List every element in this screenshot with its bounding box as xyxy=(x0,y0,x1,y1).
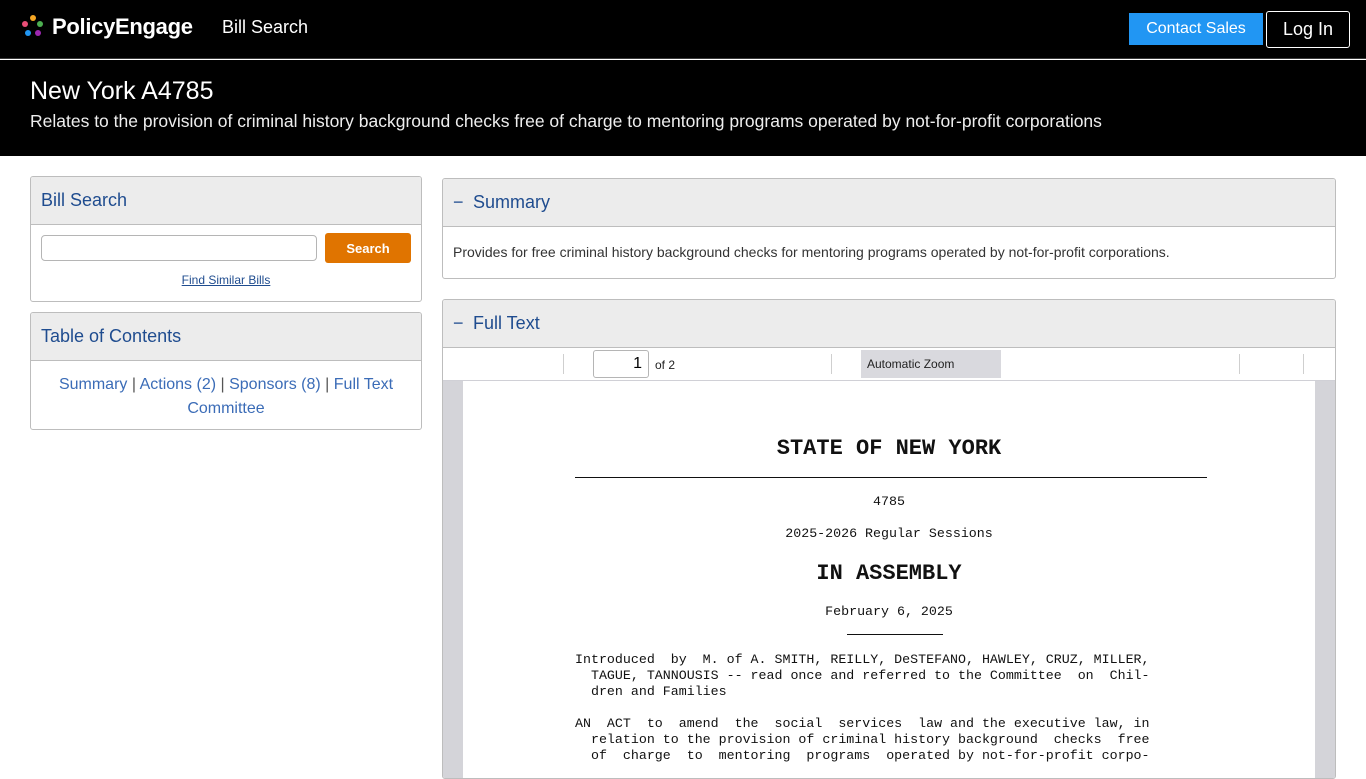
doc-intro-line: TAGUE, TANNOUSIS -- read once and referr… xyxy=(575,668,1150,683)
doc-rule xyxy=(575,477,1207,478)
toc-title: Table of Contents xyxy=(31,313,421,361)
doc-chamber: IN ASSEMBLY xyxy=(816,561,962,586)
full-text-title: Full Text xyxy=(473,313,540,333)
doc-act-line: of charge to mentoring programs operated… xyxy=(575,748,1150,763)
bill-search-input[interactable] xyxy=(41,235,317,261)
toc-links: Summary | Actions (2) | Sponsors (8) | F… xyxy=(31,361,421,421)
doc-bill-number: 4785 xyxy=(873,494,905,509)
bill-subtitle: Relates to the provision of criminal his… xyxy=(30,111,1102,131)
doc-intro-line: Introduced by M. of A. SMITH, REILLY, De… xyxy=(575,652,1150,667)
doc-intro-line: dren and Families xyxy=(575,684,727,699)
collapse-icon[interactable]: − xyxy=(453,300,473,347)
doc-session: 2025-2026 Regular Sessions xyxy=(785,526,993,541)
toc-separator: | xyxy=(131,376,137,393)
toc-link-summary[interactable]: Summary xyxy=(59,376,127,393)
summary-card: − Summary Provides for free criminal hist… xyxy=(442,178,1336,279)
bill-title: New York A4785 xyxy=(30,77,214,105)
doc-act-line: AN ACT to amend the social services law … xyxy=(575,716,1150,731)
toolbar-divider xyxy=(1303,354,1304,374)
toc-separator: | xyxy=(220,376,225,393)
top-navbar: PolicyEngage Bill Search Contact Sales L… xyxy=(0,0,1366,59)
toc-link-actions[interactable]: Actions (2) xyxy=(140,376,216,393)
pdf-viewer[interactable]: STATE OF NEW YORK 4785 2025-2026 Regular… xyxy=(443,381,1335,778)
doc-state: STATE OF NEW YORK xyxy=(776,436,1002,461)
toc-link-committee[interactable]: Committee xyxy=(187,400,264,417)
toolbar-divider xyxy=(831,354,832,374)
toolbar-divider xyxy=(563,354,564,374)
toolbar-divider xyxy=(1239,354,1240,374)
summary-title: Summary xyxy=(473,192,551,212)
doc-short-rule xyxy=(847,634,943,635)
table-of-contents-card: Table of Contents Summary | Actions (2) … xyxy=(30,312,422,430)
doc-date: February 6, 2025 xyxy=(825,604,953,619)
nav-bill-search-link[interactable]: Bill Search xyxy=(222,17,308,38)
brand-name[interactable]: PolicyEngage xyxy=(52,14,193,40)
full-text-header[interactable]: − Full Text xyxy=(443,300,1335,348)
find-similar-bills-link[interactable]: Find Similar Bills xyxy=(31,273,421,287)
zoom-select[interactable]: Automatic Zoom xyxy=(861,350,1001,378)
page-count: of 2 xyxy=(655,358,676,372)
bill-search-card: Bill Search Search Find Similar Bills xyxy=(30,176,422,302)
bill-header: New York A4785 Relates to the provision … xyxy=(0,60,1366,156)
bill-search-title: Bill Search xyxy=(31,177,421,225)
toc-link-full-text[interactable]: Full Text xyxy=(334,376,393,393)
summary-text: Provides for free criminal history backg… xyxy=(453,244,1170,260)
full-text-card: − Full Text 1 of 2 Automatic Zoom STATE O… xyxy=(442,299,1336,779)
brand-logo-icon[interactable] xyxy=(22,15,44,39)
collapse-icon[interactable]: − xyxy=(453,179,473,226)
search-button[interactable]: Search xyxy=(325,233,411,263)
pdf-toolbar: 1 of 2 Automatic Zoom xyxy=(443,348,1335,381)
contact-sales-button[interactable]: Contact Sales xyxy=(1129,13,1263,45)
summary-header[interactable]: − Summary xyxy=(443,179,1335,227)
toc-link-sponsors[interactable]: Sponsors (8) xyxy=(229,376,321,393)
pdf-page: STATE OF NEW YORK 4785 2025-2026 Regular… xyxy=(463,381,1315,778)
page-number-input[interactable]: 1 xyxy=(593,350,649,378)
toc-separator: | xyxy=(325,376,330,393)
login-button[interactable]: Log In xyxy=(1266,11,1350,48)
doc-act-line: relation to the provision of criminal hi… xyxy=(575,732,1150,747)
